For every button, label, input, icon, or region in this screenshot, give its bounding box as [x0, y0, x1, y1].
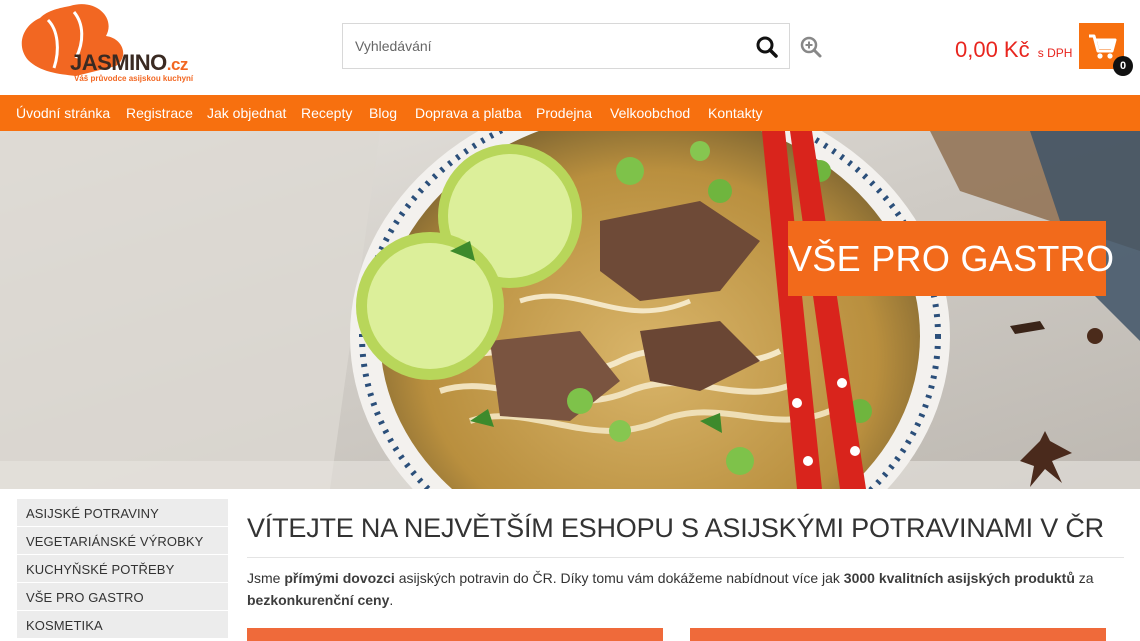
intro-text-2: asijských potravin do ČR. Díky tomu vám … [394, 570, 844, 586]
cart-vat-label: s DPH [1037, 46, 1073, 60]
logo-name: JASMINO [70, 50, 167, 75]
cart-count-badge: 0 [1113, 56, 1133, 76]
search-icon [756, 36, 778, 58]
intro-text-3: za [1074, 570, 1094, 586]
logo-wordmark: JASMINO.cz [70, 50, 188, 76]
search-box [342, 23, 790, 69]
advanced-search-button[interactable] [799, 35, 823, 59]
cart-price: 0,00 Kč [955, 37, 1030, 62]
page-title: VÍTEJTE NA NEJVĚTŠÍM ESHOPU S ASIJSKÝMI … [247, 513, 1104, 543]
search-button[interactable] [753, 33, 781, 61]
site-logo[interactable]: JASMINO.cz Váš průvodce asijskou kuchyní [18, 2, 193, 88]
intro-text-4: . [389, 592, 394, 608]
logo-suffix: .cz [166, 55, 189, 74]
promo-tile-left[interactable] [247, 628, 663, 641]
nav-item-registration[interactable]: Registrace [126, 95, 193, 131]
hero-image [0, 131, 1140, 489]
intro-bold-1: přímými dovozci [284, 570, 395, 586]
nav-item-contacts[interactable]: Kontakty [708, 95, 762, 131]
sidebar-item-kitchen[interactable]: KUCHYŇSKÉ POTŘEBY [17, 555, 228, 583]
zoom-in-icon [800, 36, 822, 58]
hero-banner[interactable] [0, 131, 1140, 489]
sidebar-item-cosmetics[interactable]: KOSMETIKA [17, 611, 228, 639]
sidebar-item-asian-food[interactable]: ASIJSKÉ POTRAVINY [17, 499, 228, 527]
category-sidebar: ASIJSKÉ POTRAVINY VEGETARIÁNSKÉ VÝROBKY … [17, 499, 228, 639]
sidebar-item-vegetarian[interactable]: VEGETARIÁNSKÉ VÝROBKY [17, 527, 228, 555]
promo-tile-right[interactable] [690, 628, 1106, 641]
nav-item-home[interactable]: Úvodní stránka [16, 95, 110, 131]
intro-text-1: Jsme [247, 570, 285, 586]
sidebar-item-gastro[interactable]: VŠE PRO GASTRO [17, 583, 228, 611]
intro-bold-3: bezkonkurenční ceny [247, 592, 390, 608]
nav-item-shipping-payment[interactable]: Doprava a platba [415, 95, 522, 131]
search-input[interactable] [343, 24, 743, 68]
site-header: JASMINO.cz Váš průvodce asijskou kuchyní… [0, 0, 1140, 95]
nav-item-wholesale[interactable]: Velkoobchod [610, 95, 690, 131]
nav-item-recipes[interactable]: Recepty [301, 95, 352, 131]
nav-item-store[interactable]: Prodejna [536, 95, 592, 131]
main-navigation: Úvodní stránka Registrace Jak objednat R… [0, 95, 1140, 131]
intro-paragraph: Jsme přímými dovozci asijských potravin … [247, 567, 1127, 611]
intro-bold-2: 3000 kvalitních asijských produktů [843, 570, 1075, 586]
nav-item-blog[interactable]: Blog [369, 95, 397, 131]
logo-tagline: Váš průvodce asijskou kuchyní [74, 74, 194, 83]
title-divider [247, 557, 1124, 558]
cart-total[interactable]: 0,00 Kč s DPH [955, 37, 1072, 63]
hero-badge[interactable]: VŠE PRO GASTRO [788, 221, 1114, 296]
nav-item-how-to-order[interactable]: Jak objednat [207, 95, 286, 131]
